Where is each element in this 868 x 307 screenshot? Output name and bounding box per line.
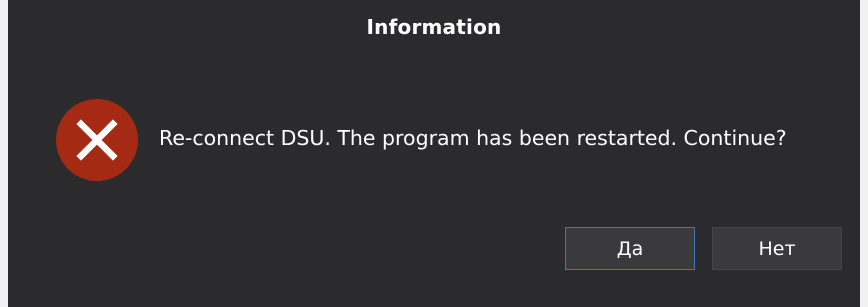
no-button[interactable]: Нет xyxy=(712,227,842,270)
x-cross-icon xyxy=(76,119,118,161)
yes-button[interactable]: Да xyxy=(565,227,695,270)
no-button-label: Нет xyxy=(758,237,796,260)
dialog-message: Re-connect DSU. The program has been res… xyxy=(159,126,787,150)
yes-button-label: Да xyxy=(616,237,644,260)
information-dialog: Information Re-connect DSU. The program … xyxy=(8,0,860,307)
dialog-title: Information xyxy=(366,15,502,39)
error-x-icon xyxy=(56,99,138,181)
